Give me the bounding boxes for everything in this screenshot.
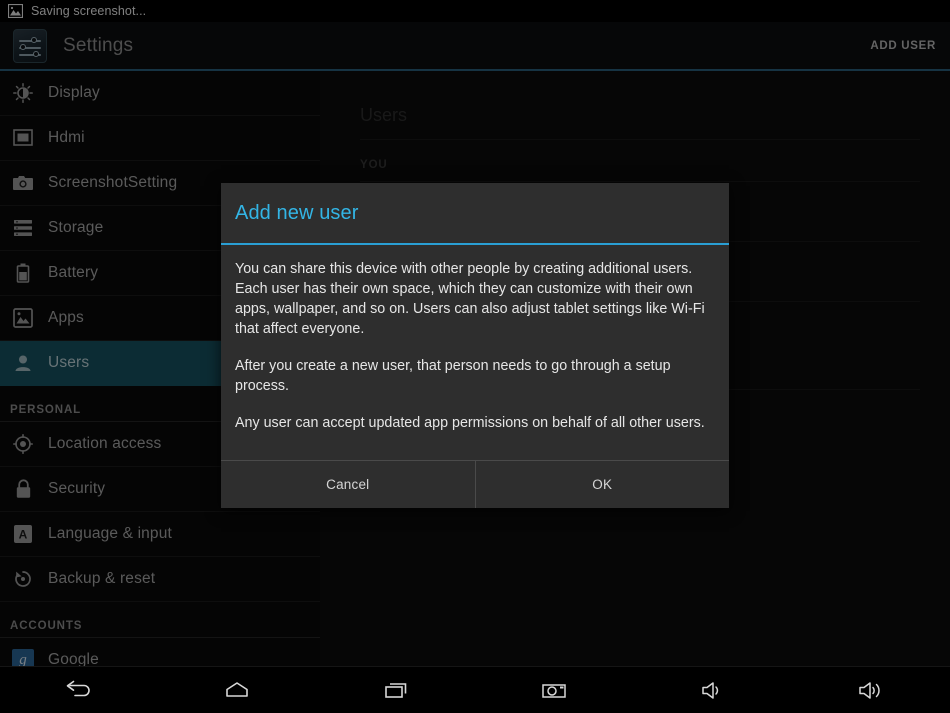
back-icon[interactable]	[0, 667, 158, 713]
add-new-user-dialog: Add new user You can share this device w…	[221, 183, 729, 508]
dialog-body: You can share this device with other peo…	[221, 245, 729, 433]
recents-icon[interactable]	[317, 667, 475, 713]
home-icon[interactable]	[158, 667, 316, 713]
dialog-paragraph: You can share this device with other peo…	[235, 261, 705, 337]
cancel-button[interactable]: Cancel	[221, 461, 475, 508]
dialog-paragraph: After you create a new user, that person…	[235, 358, 671, 394]
volume-up-icon[interactable]	[792, 667, 950, 713]
ok-button[interactable]: OK	[474, 461, 729, 508]
dialog-button-bar: Cancel OK	[221, 460, 729, 508]
android-settings-screen: Saving screenshot... Settings ADD USER D…	[0, 0, 950, 713]
system-navigation-bar	[0, 666, 950, 713]
dialog-paragraph: Any user can accept updated app permissi…	[235, 415, 705, 431]
volume-down-icon[interactable]	[633, 667, 791, 713]
screenshot-camera-icon[interactable]	[475, 667, 633, 713]
dialog-title: Add new user	[235, 201, 359, 224]
